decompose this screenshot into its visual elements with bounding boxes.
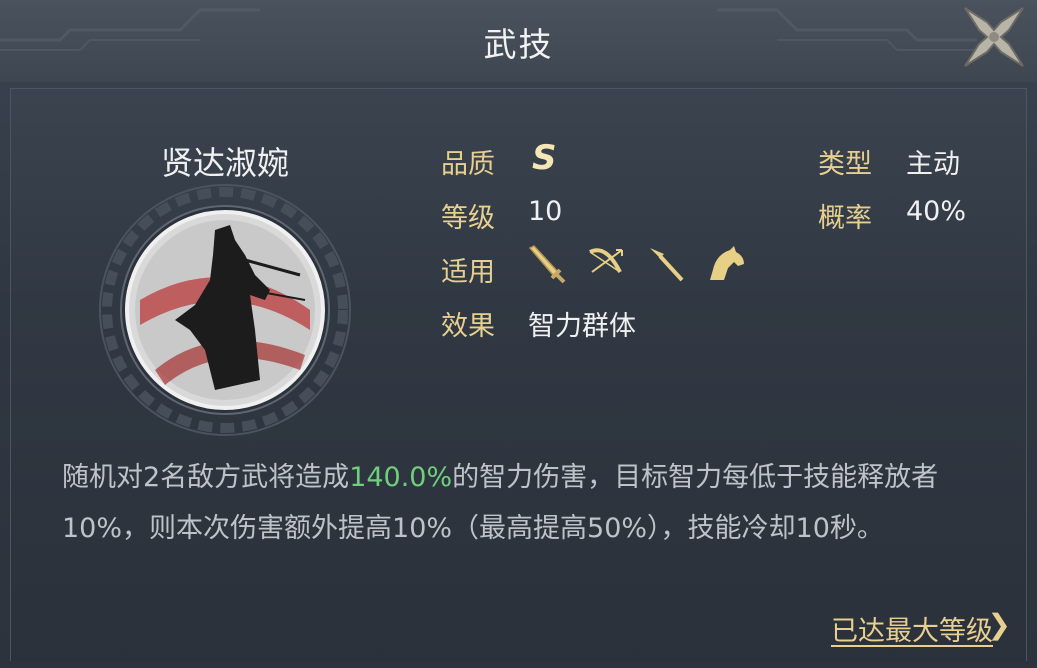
sword-icon <box>528 245 566 284</box>
description-text: 随机对2名敌方武将造成 <box>62 462 350 493</box>
level-label: 等级 <box>441 203 495 234</box>
max-level-link[interactable]: 已达最大等级 <box>831 609 993 648</box>
type-label: 类型 <box>818 149 872 180</box>
title-bar: 武技 <box>0 0 1037 82</box>
type-value: 主动 <box>906 149 960 180</box>
close-icon <box>964 7 1024 67</box>
skill-name: 贤达淑婉 <box>160 144 289 182</box>
close-button[interactable] <box>957 0 1031 74</box>
chance-value: 40% <box>906 196 967 227</box>
bow-icon <box>589 248 623 273</box>
applicable-label: 适用 <box>441 257 495 288</box>
effect-value: 智力群体 <box>528 311 636 342</box>
chevron-right-icon[interactable]: ❯ <box>988 608 1011 641</box>
skill-portrait-medallion <box>99 184 351 436</box>
chance-label: 概率 <box>818 203 872 234</box>
effect-label: 效果 <box>441 311 495 342</box>
quality-value: S <box>532 138 557 178</box>
quality-label: 品质 <box>441 149 495 180</box>
skill-description: 随机对2名敌方武将造成140.0%的智力伤害，目标智力每低于技能释放者10%，则… <box>62 452 982 554</box>
page-title: 武技 <box>483 25 554 64</box>
level-value: 10 <box>528 196 563 227</box>
spear-icon <box>650 248 684 282</box>
description-damage-percent: 140.0% <box>349 462 453 493</box>
horse-icon <box>710 246 744 280</box>
